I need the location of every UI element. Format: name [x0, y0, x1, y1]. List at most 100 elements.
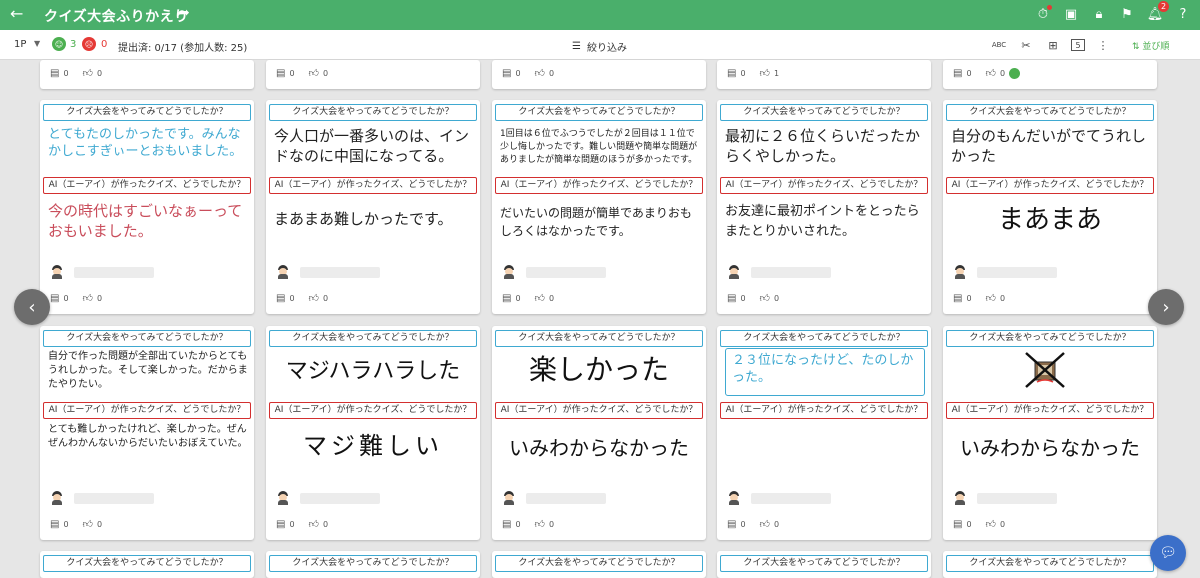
card-top-4[interactable]: ▤ 0 👍︎ 0	[943, 60, 1157, 89]
card-r2-2[interactable]: クイズ大会をやってみてどうでしたか？ マジハラハラした AI（エーアイ）が作った…	[266, 326, 480, 540]
comment-icon[interactable]: ▤	[276, 519, 285, 530]
ai-question-label: AI（エーアイ）が作ったクイズ、どうでしたか？	[269, 402, 477, 419]
author-row	[500, 264, 700, 280]
ai-question-label: AI（エーアイ）が作ったクイズ、どうでしたか？	[720, 177, 928, 194]
notification-count: 2	[1158, 1, 1169, 12]
avatar	[502, 490, 516, 505]
card-r3-1[interactable]: クイズ大会をやってみてどうでしたか？	[40, 551, 254, 578]
card-top-3[interactable]: ▤ 0 👍︎ 1	[717, 60, 931, 89]
thumbs-up-icon[interactable]: 👍︎	[986, 518, 996, 530]
comment-icon[interactable]: ▤	[727, 293, 736, 304]
card-r2-1[interactable]: クイズ大会をやってみてどうでしたか？ 自分で作った問題が全部出ていたからとてもう…	[40, 326, 254, 540]
comment-icon[interactable]: ▤	[502, 68, 511, 79]
class-icon[interactable]: ⚑	[1118, 4, 1136, 24]
thumbs-up-icon[interactable]: 👍︎	[535, 67, 545, 79]
card-r1-2[interactable]: クイズ大会をやってみてどうでしたか？ 今人口が一番多いのは、インドなのに中国にな…	[266, 100, 480, 314]
author-name-hidden	[300, 493, 380, 504]
filter-button[interactable]: ☰ 絞り込み	[572, 39, 627, 54]
share-arrow-icon[interactable]: ➦	[178, 5, 190, 21]
thumbs-up-icon[interactable]: 👍︎	[986, 67, 996, 79]
thumbs-up-icon[interactable]: 👍︎	[760, 292, 770, 304]
spellcheck-abc-icon[interactable]: ABC	[990, 37, 1008, 53]
card-r1-3[interactable]: クイズ大会をやってみてどうでしたか？ 1回目は６位でふつうでしたが２回目は１１位…	[492, 100, 706, 314]
ai-question-label: AI（エーアイ）が作ったクイズ、どうでしたか？	[720, 402, 928, 419]
thumbs-up-icon[interactable]: 👍︎	[535, 292, 545, 304]
card-top-0[interactable]: ▤ 0 👍︎ 0	[40, 60, 254, 89]
thumbs-up-icon[interactable]: 👍︎	[986, 292, 996, 304]
thumbs-up-icon[interactable]: 👍︎	[535, 518, 545, 530]
page-number-box[interactable]: 5	[1071, 39, 1085, 51]
card-r3-5[interactable]: クイズ大会をやってみてどうでしたか？	[943, 551, 1157, 578]
ai-question-label: AI（エーアイ）が作ったクイズ、どうでしたか？	[43, 402, 251, 419]
thumbs-up-icon[interactable]: 👍︎	[83, 518, 93, 530]
comment-icon[interactable]: ▤	[953, 519, 962, 530]
author-name-hidden	[751, 493, 831, 504]
thumbs-up-icon[interactable]: 👍︎	[309, 67, 319, 79]
comment-icon[interactable]: ▤	[502, 293, 511, 304]
filter-label: 絞り込み	[586, 43, 627, 54]
answer-text: 楽しかった	[528, 354, 669, 386]
thumbs-up-icon[interactable]: 👍︎	[83, 67, 93, 79]
ai-answer-text: いみわからなかった	[960, 436, 1140, 460]
sort-label: 並び順	[1142, 42, 1170, 52]
comment-count: 0	[515, 68, 521, 78]
ai-answer-text: お友達に最初ポイントをとったらまたとりかいされた。	[725, 204, 920, 239]
sort-button[interactable]: ⇅ 並び順	[1132, 39, 1169, 52]
comment-count: 0	[740, 293, 746, 303]
comment-icon[interactable]: ▤	[276, 293, 285, 304]
comment-count: 0	[63, 293, 69, 303]
help-icon[interactable]: ?	[1174, 4, 1192, 24]
question-label: クイズ大会をやってみてどうでしたか？	[495, 330, 703, 347]
thumbs-up-icon[interactable]: 👍︎	[309, 518, 319, 530]
comment-icon[interactable]: ▤	[502, 519, 511, 530]
next-page-button[interactable]: ›	[1148, 289, 1184, 325]
comment-icon[interactable]: ▤	[953, 293, 962, 304]
page-selector[interactable]: 1P	[14, 39, 26, 50]
grid-search-icon[interactable]: ⊞	[1044, 37, 1062, 53]
comment-icon[interactable]: ▤	[727, 68, 736, 79]
more-vert-icon[interactable]: ⋮	[1094, 37, 1112, 53]
frown-icon: ☹	[82, 37, 96, 51]
card-top-1[interactable]: ▤ 0 👍︎ 0	[266, 60, 480, 89]
thumbs-up-icon[interactable]: 👍︎	[83, 292, 93, 304]
avatar	[727, 490, 741, 505]
bell-icon[interactable]: 🔔︎ 2	[1146, 1, 1169, 24]
shuffle-icon[interactable]: ✂	[1017, 37, 1035, 53]
comment-icon[interactable]: ▤	[953, 68, 962, 79]
ai-question-label: AI（エーアイ）が作ったクイズ、どうでしたか？	[495, 177, 703, 194]
card-r2-4[interactable]: クイズ大会をやってみてどうでしたか？ ２３位になったけど、たのしかった。 AI（…	[717, 326, 931, 540]
card-r3-3[interactable]: クイズ大会をやってみてどうでしたか？	[492, 551, 706, 578]
chat-button[interactable]: 💬︎	[1150, 535, 1186, 571]
ai-question-label: AI（エーアイ）が作ったクイズ、どうでしたか？	[43, 177, 251, 194]
card-r1-5[interactable]: クイズ大会をやってみてどうでしたか？ 自分のもんだいがでてうれしかった AI（エ…	[943, 100, 1157, 314]
like-count: 0	[323, 293, 329, 303]
question-label: クイズ大会をやってみてどうでしたか？	[946, 104, 1154, 121]
answer-text: 最初に２６位くらいだったからくやしかった。	[725, 127, 921, 165]
card-r2-3[interactable]: クイズ大会をやってみてどうでしたか？ 楽しかった AI（エーアイ）が作ったクイズ…	[492, 326, 706, 540]
card-r2-5[interactable]: クイズ大会をやってみてどうでしたか？ AI（エーアイ）が作ったクイズ、どうでした…	[943, 326, 1157, 540]
thumbs-up-icon[interactable]: 👍︎	[760, 518, 770, 530]
author-name-hidden	[74, 267, 154, 278]
comment-icon[interactable]: ▤	[727, 519, 736, 530]
card-r3-4[interactable]: クイズ大会をやってみてどうでしたか？	[717, 551, 931, 578]
chevron-down-icon[interactable]: ▼	[34, 39, 40, 48]
timer-icon[interactable]: ⏱	[1034, 4, 1052, 24]
lock-icon[interactable]: 🔒︎	[1090, 4, 1108, 24]
prev-page-button[interactable]: ‹	[14, 289, 50, 325]
smile-icon: ☺	[52, 37, 66, 51]
author-row	[725, 490, 925, 506]
comment-icon[interactable]: ▤	[50, 519, 59, 530]
thumbs-up-icon[interactable]: 👍︎	[760, 67, 770, 79]
back-arrow-icon[interactable]: ←	[10, 4, 23, 23]
comment-icon[interactable]: ▤	[50, 293, 59, 304]
comment-icon[interactable]: ▤	[50, 68, 59, 79]
answer-text: 1回目は６位でふつうでしたが２回目は１１位で少し悔しかったです。難しい問題や簡単…	[500, 129, 698, 165]
card-r1-1[interactable]: クイズ大会をやってみてどうでしたか？ とてもたのしかったです。みんなかしこすぎぃ…	[40, 100, 254, 314]
card-r1-4[interactable]: クイズ大会をやってみてどうでしたか？ 最初に２６位くらいだったからくやしかった。…	[717, 100, 931, 314]
thumbs-up-icon[interactable]: 👍︎	[309, 292, 319, 304]
card-view-icon[interactable]: ▣	[1062, 4, 1080, 24]
comment-icon[interactable]: ▤	[276, 68, 285, 79]
card-r3-2[interactable]: クイズ大会をやってみてどうでしたか？	[266, 551, 480, 578]
avatar	[727, 264, 741, 279]
card-top-2[interactable]: ▤ 0 👍︎ 0	[492, 60, 706, 89]
